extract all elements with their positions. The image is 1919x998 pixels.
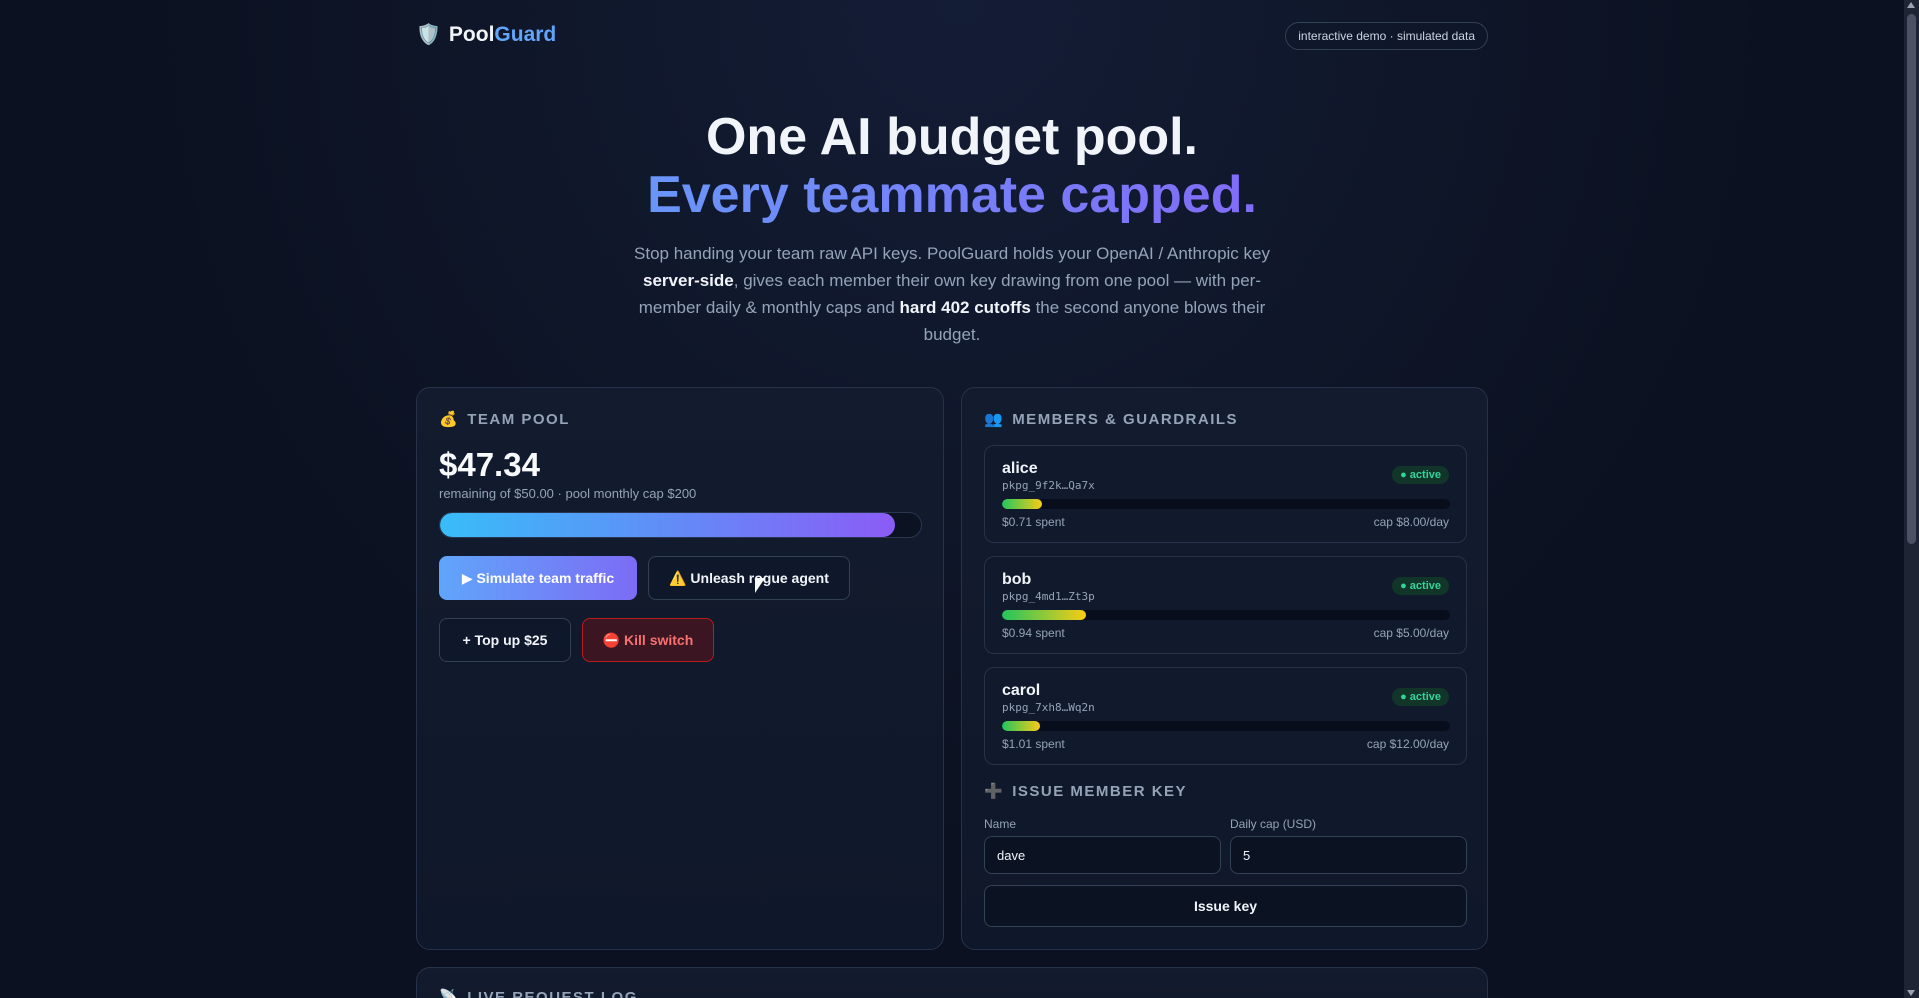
member-spent: $0.71 spent — [1002, 515, 1065, 529]
member-name: alice — [1002, 460, 1038, 477]
members-title-text: MEMBERS & GUARDRAILS — [1012, 410, 1239, 428]
daily-cap-label: Daily cap (USD) — [1230, 817, 1317, 831]
member-spend-bar — [1002, 721, 1450, 731]
scroll-down-icon[interactable] — [1907, 990, 1915, 996]
hero: One AI budget pool. Every teammate cappe… — [416, 108, 1488, 348]
member-key: pkpg_7xh8…Wq2n — [1002, 701, 1095, 714]
issue-key-title: ➕ ISSUE MEMBER KEY — [984, 782, 1188, 801]
status-badge: ● active — [1392, 466, 1449, 484]
top-up-button[interactable]: + Top up $25 — [439, 618, 571, 662]
mouse-cursor-icon — [755, 578, 765, 593]
member-spent: $0.94 spent — [1002, 626, 1065, 640]
scroll-up-icon[interactable] — [1907, 2, 1915, 8]
member-spend-bar — [1002, 610, 1450, 620]
pool-progress-fill — [440, 513, 896, 537]
issue-key-title-text: ISSUE MEMBER KEY — [1012, 782, 1188, 800]
hero-title-line1: One AI budget pool. — [705, 108, 1199, 166]
team-pool-title-text: TEAM POOL — [467, 410, 570, 428]
member-card-carol[interactable]: carol pkpg_7xh8…Wq2n ● active $1.01 spen… — [984, 667, 1467, 765]
money-bag-icon: 💰 — [439, 411, 460, 428]
member-spend-fill — [1002, 721, 1040, 731]
pool-progress-bar — [439, 512, 922, 538]
members-title: 👥 MEMBERS & GUARDRAILS — [984, 410, 1239, 429]
live-log-title-text: LIVE REQUEST LOG — [467, 988, 638, 998]
member-key: pkpg_9f2k…Qa7x — [1002, 479, 1095, 492]
member-spend-fill — [1002, 610, 1087, 620]
pool-amount: $47.34 — [439, 446, 540, 483]
member-card-bob[interactable]: bob pkpg_4md1…Zt3p ● active $0.94 spent … — [984, 556, 1467, 654]
member-card-alice[interactable]: alice pkpg_9f2k…Qa7x ● active $0.71 spen… — [984, 445, 1467, 543]
member-cap: cap $12.00/day — [1366, 737, 1449, 751]
live-log-title: 📡 LIVE REQUEST LOG — [439, 988, 638, 998]
lead-bold-1: server-side — [643, 271, 734, 290]
member-name: bob — [1002, 571, 1032, 588]
member-spend-fill — [1002, 499, 1042, 509]
name-label: Name — [984, 817, 1017, 831]
member-name: carol — [1002, 682, 1041, 699]
members-card: 👥 MEMBERS & GUARDRAILS alice pkpg_9f2k…Q… — [961, 387, 1488, 950]
issue-key-button[interactable]: Issue key — [984, 885, 1467, 927]
kill-switch-button[interactable]: ⛔ Kill switch — [582, 618, 714, 662]
plus-icon: ➕ — [984, 783, 1005, 800]
scroll-thumb[interactable] — [1907, 14, 1916, 544]
team-pool-title: 💰 TEAM POOL — [439, 410, 570, 429]
header: 🛡️ PoolGuard interactive demo · simulate… — [416, 20, 1488, 52]
demo-pill: interactive demo · simulated data — [1285, 22, 1488, 50]
shield-icon: 🛡️ — [416, 24, 441, 46]
page-scrollbar[interactable] — [1904, 0, 1919, 998]
lead-bold-2: hard 402 cutoffs — [899, 298, 1031, 317]
team-pool-card: 💰 TEAM POOL $47.34 remaining of $50.00 ·… — [416, 387, 944, 950]
brand-guard-text: Guard — [494, 22, 557, 46]
brand-pool-text: Pool — [448, 22, 495, 46]
unleash-rogue-agent-button[interactable]: ⚠️ Unleash rogue agent — [648, 556, 850, 600]
member-cap: cap $5.00/day — [1373, 626, 1449, 640]
daily-cap-input[interactable] — [1230, 836, 1467, 874]
member-spent: $1.01 spent — [1002, 737, 1065, 751]
status-badge: ● active — [1392, 577, 1449, 595]
name-input[interactable] — [984, 836, 1221, 874]
satellite-icon: 📡 — [439, 989, 460, 998]
brand-logo[interactable]: 🛡️ PoolGuard — [416, 22, 556, 47]
people-icon: 👥 — [984, 411, 1005, 428]
simulate-traffic-button[interactable]: ▶ Simulate team traffic — [439, 556, 637, 600]
hero-lead: Stop handing your team raw API keys. Poo… — [627, 240, 1277, 348]
member-cap: cap $8.00/day — [1373, 515, 1449, 529]
member-spend-bar — [1002, 499, 1450, 509]
pool-subtitle: remaining of $50.00 · pool monthly cap $… — [439, 486, 697, 501]
status-badge: ● active — [1392, 688, 1449, 706]
member-key: pkpg_4md1…Zt3p — [1002, 590, 1095, 603]
hero-title-line2: Every teammate capped. — [416, 166, 1488, 224]
lead-text-1: Stop handing your team raw API keys. Poo… — [634, 244, 1270, 263]
live-log-card: 📡 LIVE REQUEST LOG — [416, 967, 1488, 998]
